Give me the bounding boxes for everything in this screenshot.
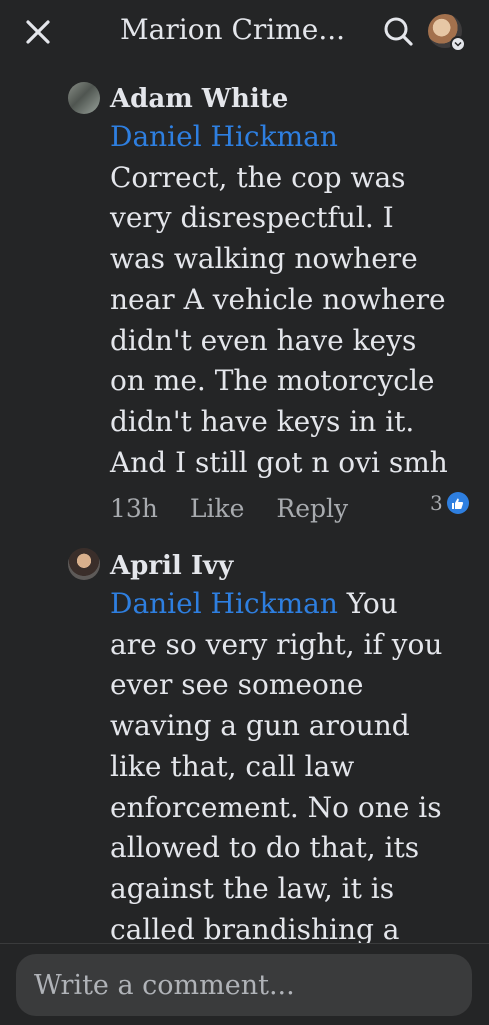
chevron-down-icon xyxy=(450,36,466,52)
comment-line: near A vehicle nowhere xyxy=(110,282,446,316)
comment-text: You xyxy=(346,587,398,620)
comment-body: Daniel Hickman Correct, the cop was very… xyxy=(110,117,460,483)
comment-line: allowed to do that, its xyxy=(110,831,420,865)
comment-line: enforcement. No one is xyxy=(110,790,442,824)
comment-line: Correct, the cop was xyxy=(110,160,406,194)
comment-line: was walking nowhere xyxy=(110,242,418,276)
comment-composer xyxy=(0,943,489,1025)
mention-link[interactable]: Daniel Hickman xyxy=(110,117,460,158)
avatar[interactable] xyxy=(68,548,100,580)
comment-timestamp: 13h xyxy=(110,494,158,523)
comment-line: on me. The motorcycle xyxy=(110,364,435,398)
comment-input[interactable] xyxy=(16,954,472,1016)
close-icon[interactable] xyxy=(24,18,52,46)
search-icon[interactable] xyxy=(382,15,414,47)
comment-line: very disrespectful. I xyxy=(110,201,394,235)
comment-line: like that, call law xyxy=(110,749,355,783)
comment-line: against the law, it is xyxy=(110,871,395,905)
comment-line: ever see someone xyxy=(110,668,364,702)
comment-line: And I still got n ovi smh xyxy=(110,445,448,479)
comment-line: didn't even have keys xyxy=(110,323,417,357)
mention-link[interactable]: Daniel Hickman xyxy=(110,587,338,620)
avatar[interactable] xyxy=(68,82,100,114)
comment-body: Daniel Hickman You are so very right, if… xyxy=(110,584,460,950)
comment-actions: 13h Like Reply xyxy=(110,492,372,526)
comment-author[interactable]: April Ivy xyxy=(110,549,233,583)
comment-line: are so very right, if you xyxy=(110,627,443,661)
thumbs-up-icon xyxy=(446,492,469,514)
reaction-count: 3 xyxy=(430,491,443,515)
top-bar: Marion Crime... xyxy=(0,0,489,62)
comment-line: didn't have keys in it. xyxy=(110,404,415,438)
comment-line: waving a gun around xyxy=(110,709,410,743)
like-button[interactable]: Like xyxy=(190,494,245,523)
profile-menu[interactable] xyxy=(428,14,466,52)
comment-author[interactable]: Adam White xyxy=(110,82,288,116)
reply-button[interactable]: Reply xyxy=(276,494,348,523)
comment-line: Daniel Hickman You xyxy=(110,584,460,625)
reaction-summary[interactable]: 3 xyxy=(430,491,469,515)
group-title: Marion Crime... xyxy=(120,13,346,46)
